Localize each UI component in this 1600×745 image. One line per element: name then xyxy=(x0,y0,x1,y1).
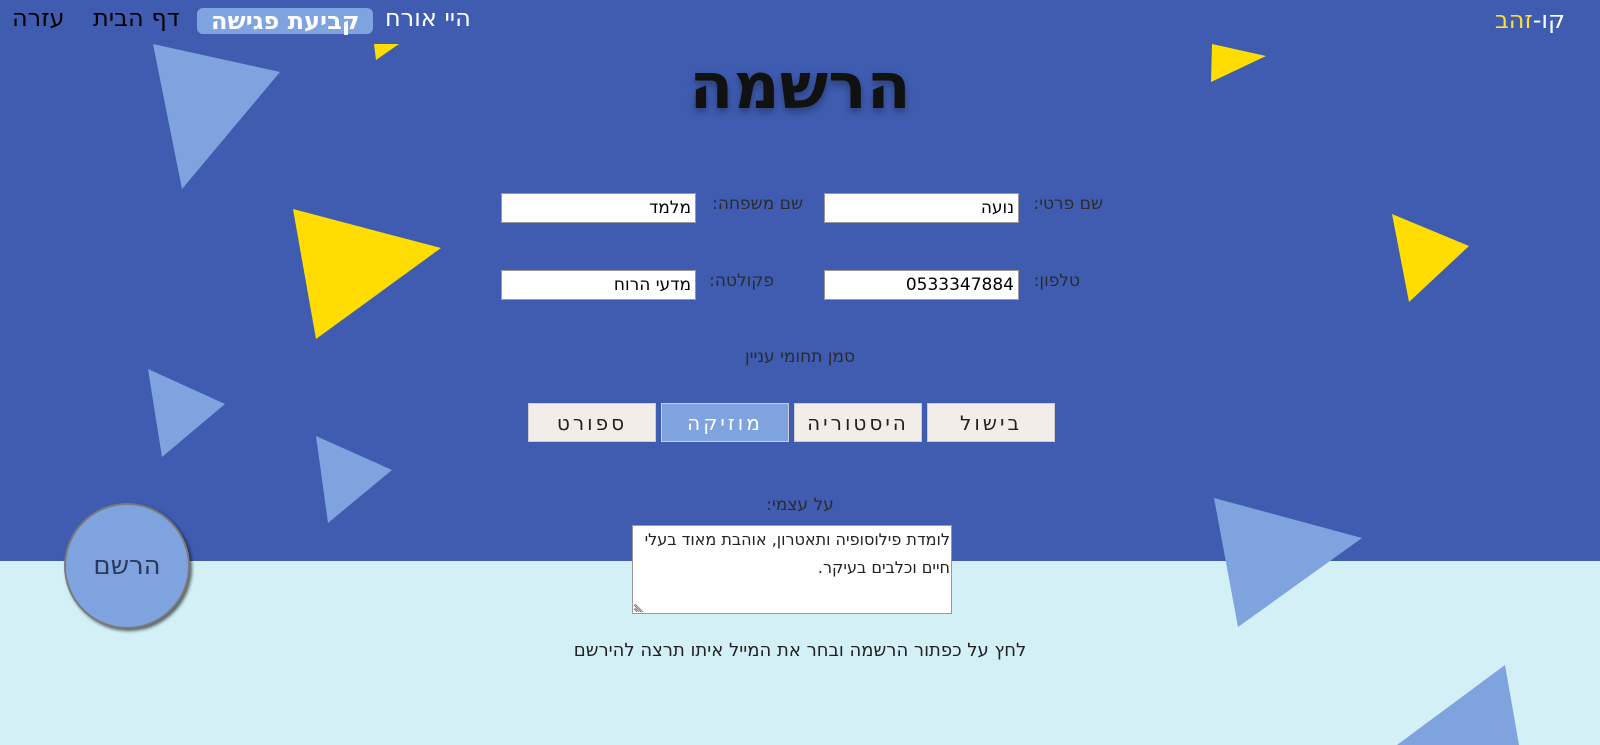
faculty-input[interactable] xyxy=(501,270,696,300)
nav-schedule-meeting-link[interactable]: קביעת פגישה xyxy=(197,8,374,34)
page-title: הרשמה xyxy=(689,50,911,124)
nav-home-link[interactable]: דף הבית xyxy=(93,4,180,32)
faculty-label: פקולטה: xyxy=(709,271,774,291)
interest-chip-sport[interactable]: ספורט xyxy=(528,403,656,442)
phone-input[interactable] xyxy=(824,270,1019,300)
first-name-label: שם פרטי: xyxy=(1033,194,1104,214)
last-name-input[interactable] xyxy=(501,193,696,223)
about-textarea[interactable]: לומדת פילוסופיה ותאטרון, אוהבת מאוד בעלי… xyxy=(632,525,952,614)
resize-handle-icon[interactable] xyxy=(634,600,646,612)
interest-chip-music[interactable]: מוזיקה xyxy=(661,403,789,442)
last-name-label: שם משפחה: xyxy=(712,194,803,214)
top-nav: עזרה דף הבית קביעת פגישה היי אורח קו-זהב xyxy=(0,0,1600,42)
about-label: על עצמי: xyxy=(766,495,834,515)
phone-label: טלפון: xyxy=(1033,271,1080,291)
interest-chip-cooking[interactable]: בישול xyxy=(927,403,1055,442)
brand-logo[interactable]: קו-זהב xyxy=(1495,6,1565,34)
interest-chip-history[interactable]: היסטוריה xyxy=(794,403,922,442)
first-name-input[interactable] xyxy=(824,193,1019,223)
nav-help-link[interactable]: עזרה xyxy=(12,4,65,32)
interests-label: סמן תחומי עניין xyxy=(745,347,855,367)
brand-prefix: קו- xyxy=(1532,6,1565,34)
nav-greeting: היי אורח xyxy=(385,4,471,32)
register-hint-text: לחץ על כפתור הרשמה ובחר את המייל איתו תר… xyxy=(573,640,1027,661)
register-button[interactable]: הרשם xyxy=(64,503,190,629)
brand-highlight: זהב xyxy=(1494,6,1533,34)
